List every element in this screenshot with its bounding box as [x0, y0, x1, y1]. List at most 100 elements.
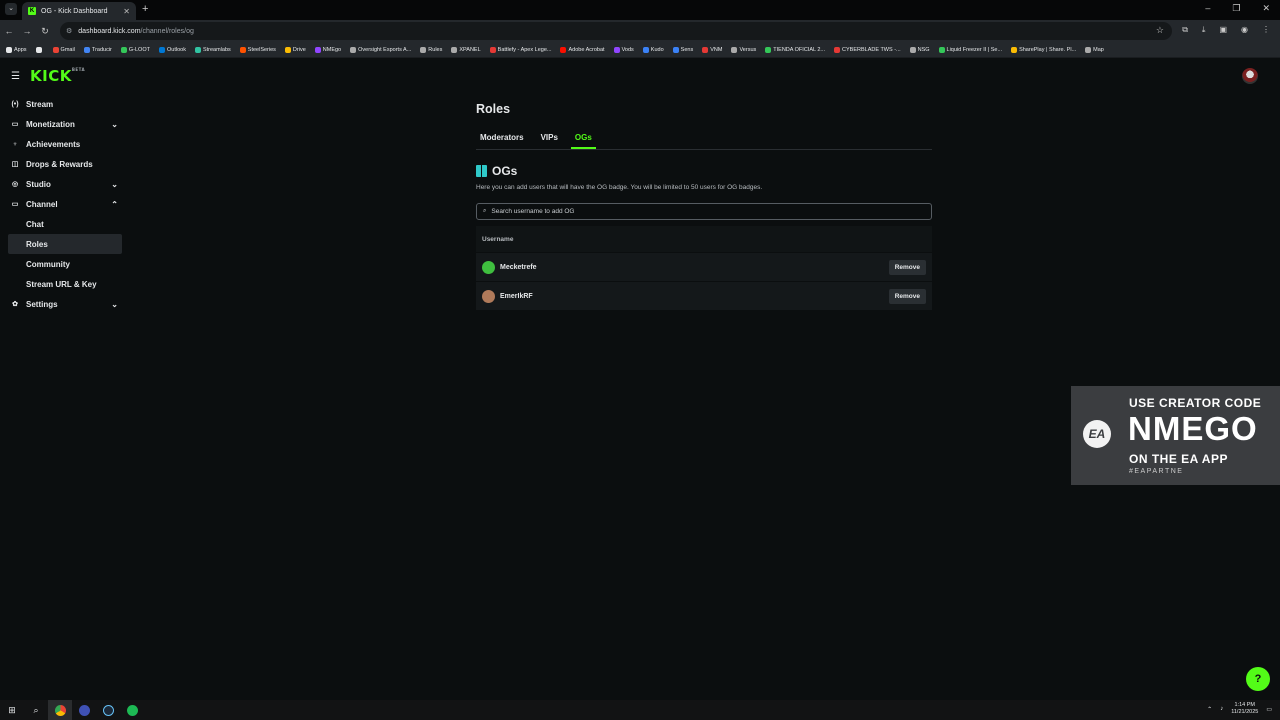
bookmark-item[interactable]: TIENDA OFICIAL 2...	[765, 46, 825, 53]
new-tab-button[interactable]: +	[142, 3, 148, 15]
tab-vips[interactable]: VIPs	[537, 130, 562, 149]
user-avatar[interactable]	[1242, 68, 1258, 84]
steam-taskbar-icon[interactable]	[96, 700, 120, 720]
bookmark-star-icon[interactable]: ☆	[1156, 25, 1164, 36]
sidebar-item-community[interactable]: Community	[0, 254, 130, 274]
spotify-taskbar-icon[interactable]	[120, 700, 144, 720]
help-chat-button[interactable]: ?	[1246, 667, 1270, 691]
close-tab-icon[interactable]: ✕	[123, 7, 130, 16]
bookmark-item[interactable]: NSG	[909, 46, 930, 53]
bookmark-item[interactable]: G-LOOT	[120, 46, 150, 53]
bookmark-item[interactable]: Map	[1085, 46, 1104, 53]
hamburger-menu-icon[interactable]: ☰	[11, 71, 20, 82]
channel-icon: ▭	[11, 201, 19, 208]
bookmark-item[interactable]: Gmail	[52, 46, 75, 53]
bookmark-label: Vods	[621, 46, 634, 53]
username[interactable]: Mecketrefe	[500, 264, 537, 271]
sidebar-item-achievements[interactable]: ♆ Achievements	[0, 134, 130, 154]
sidebar-item-drops-rewards[interactable]: ◫ Drops & Rewards	[0, 154, 130, 174]
sidebar-item-stream-url-key[interactable]: Stream URL & Key	[0, 274, 130, 294]
sidebar-item-label: Achievements	[26, 139, 81, 149]
bookmark-item[interactable]: Battlefy - Apex Lege...	[489, 46, 551, 53]
volume-icon[interactable]: ♪	[1220, 706, 1223, 712]
cast-icon[interactable]: ▣	[1219, 25, 1227, 35]
sidebar-item-channel[interactable]: ▭ Channel ⌃	[0, 194, 130, 214]
bookmark-label: NMEgo	[322, 46, 342, 53]
chrome-taskbar-icon[interactable]	[48, 700, 72, 720]
main-content: Roles Moderators VIPs OGs OGs Here you c…	[476, 94, 932, 310]
bookmark-favicon-icon	[1011, 46, 1018, 53]
username[interactable]: EmerIkRF	[500, 293, 533, 300]
sidebar-item-stream[interactable]: (•) Stream	[0, 94, 130, 114]
tray-chevron-icon[interactable]: ⌃	[1207, 706, 1212, 713]
clock[interactable]: 1:14 PM 11/21/2025	[1231, 702, 1258, 716]
bookmark-label: Drive	[292, 46, 306, 53]
start-button[interactable]: ⊞	[0, 700, 24, 720]
sidebar-item-label: Channel	[26, 199, 58, 209]
studio-icon: ◎	[11, 181, 19, 188]
menu-icon[interactable]: ⋮	[1262, 25, 1270, 35]
forward-button[interactable]: →	[18, 26, 36, 36]
browser-toolbar: ← → ↻ ⚙ dashboard.kick.com/channel/roles…	[0, 20, 1280, 42]
remove-button[interactable]: Remove	[888, 288, 926, 304]
kick-logo[interactable]: KICKBETA	[30, 67, 85, 85]
bookmark-item[interactable]: Traducir	[83, 46, 112, 53]
reload-button[interactable]: ↻	[36, 26, 54, 37]
notifications-icon[interactable]: ▭	[1266, 706, 1272, 713]
bookmark-item[interactable]: SharePlay | Share. Pl...	[1011, 46, 1076, 53]
bookmark-item[interactable]: Liquid Freezer II | Se...	[938, 46, 1002, 53]
sidebar-item-studio[interactable]: ◎ Studio ⌄	[0, 174, 130, 194]
bookmark-item[interactable]: Streamlabs	[194, 46, 231, 53]
browser-taskbar-icon[interactable]	[72, 700, 96, 720]
back-button[interactable]: ←	[0, 26, 18, 36]
bookmark-item[interactable]: Drive	[284, 46, 306, 53]
bookmarks-bar: Apps Gmail Traducir G-LOOT Outlook Streamlabs…	[0, 42, 1280, 58]
bookmark-item[interactable]: CYBERBLADE TWS -...	[834, 46, 901, 53]
overlay-creator-code: NMEGO	[1128, 410, 1258, 447]
tab-search-button[interactable]: ⌄	[5, 3, 17, 15]
tab-ogs[interactable]: OGs	[570, 130, 596, 149]
remove-button[interactable]: Remove	[888, 259, 926, 275]
bookmark-item[interactable]: Oversight Esports A...	[350, 46, 412, 53]
minimize-button[interactable]: –	[1205, 3, 1210, 14]
bookmark-item[interactable]: Rules	[420, 46, 442, 53]
restore-button[interactable]: ❐	[1232, 3, 1240, 14]
bookmark-item[interactable]: Outlook	[158, 46, 186, 53]
sidebar-item-roles[interactable]: Roles	[8, 234, 122, 254]
user-avatar	[482, 260, 495, 274]
bookmark-favicon-icon	[672, 46, 679, 53]
bookmark-item[interactable]: Kudo	[642, 46, 664, 53]
address-bar[interactable]: ⚙ dashboard.kick.com/channel/roles/og ☆	[60, 22, 1172, 40]
bookmark-label: Versus	[739, 46, 757, 53]
sidebar-item-chat[interactable]: Chat	[0, 214, 130, 234]
tab-moderators[interactable]: Moderators	[476, 130, 528, 149]
site-info-icon[interactable]: ⚙	[66, 27, 72, 35]
bookmark-item[interactable]: SteelSeries	[239, 46, 276, 53]
bookmark-item[interactable]: XPANEL	[451, 46, 481, 53]
bookmark-label: CYBERBLADE TWS -...	[842, 46, 901, 53]
sidebar-item-monetization[interactable]: ▭ Monetization ⌄	[0, 114, 130, 134]
browser-tab-strip: ⌄ K OG - Kick Dashboard ✕ + – ❐ ✕	[0, 0, 1280, 20]
bookmark-item[interactable]: NMEgo	[314, 46, 342, 53]
search-input[interactable]: ⌕ Search username to add OG	[476, 203, 932, 220]
sidebar-item-settings[interactable]: ✿ Settings ⌄	[0, 294, 130, 314]
profile-icon[interactable]: ◉	[1241, 25, 1248, 35]
bookmark-item[interactable]: Adobe Acrobat	[560, 46, 605, 53]
stream-icon: (•)	[11, 100, 19, 108]
bookmark-item[interactable]: Sens	[672, 46, 693, 53]
bookmark-favicon-icon	[158, 46, 165, 53]
bookmark-item[interactable]: VNM	[702, 46, 722, 53]
search-icon[interactable]: ⌕	[24, 700, 48, 720]
close-window-button[interactable]: ✕	[1262, 3, 1270, 14]
bookmark-item[interactable]: Vods	[613, 46, 634, 53]
bookmark-item[interactable]: Apps	[6, 46, 27, 53]
bookmark-favicon-icon	[284, 46, 291, 53]
browser-tab-active[interactable]: K OG - Kick Dashboard ✕	[22, 2, 136, 20]
sidebar-item-label: Settings	[26, 299, 58, 309]
bookmark-item[interactable]	[35, 46, 44, 53]
bookmark-label: Oversight Esports A...	[358, 46, 412, 53]
bookmark-favicon-icon	[52, 46, 59, 53]
bookmark-item[interactable]: Versus	[731, 46, 757, 53]
download-icon[interactable]: ⤓	[1202, 25, 1206, 35]
extensions-icon[interactable]: ⧉	[1182, 25, 1188, 35]
